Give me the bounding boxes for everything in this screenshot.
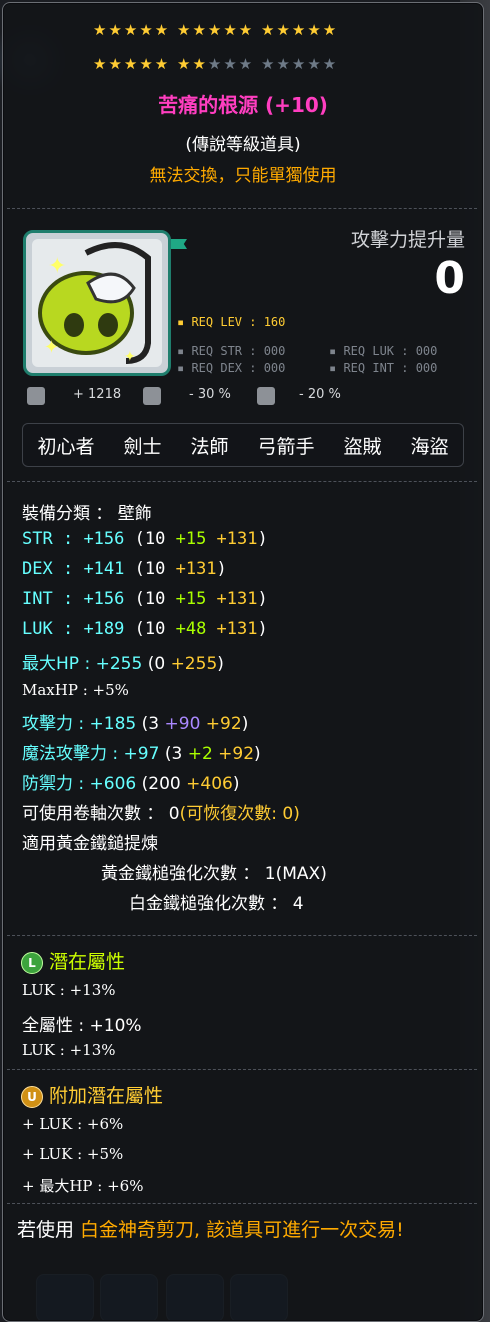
reduction-value-2: - 20 %: [299, 387, 341, 402]
attack-gain-value: 0: [434, 253, 465, 304]
stat-int: INT : +156 (10 +15 +131): [22, 589, 268, 609]
job-magician: 法師: [190, 435, 229, 458]
additional-line-2: + LUK : +5%: [22, 1145, 124, 1163]
additional-line-3: + 最大HP : +6%: [22, 1177, 144, 1195]
additional-line-1: + LUK : +6%: [22, 1115, 124, 1133]
legendary-badge-icon: L: [21, 951, 43, 974]
equip-category: 裝備分類 ： 壁飾: [22, 504, 152, 524]
svg-text:✦: ✦: [48, 254, 66, 279]
platinum-hammer-count: 白金鐵槌強化次數 ： 4: [129, 894, 304, 914]
stat-luk: LUK : +189 (10 +48 +131): [22, 619, 268, 639]
req-luk: ▪ REQ LUK : 000: [329, 344, 438, 358]
scissors-note: 若使用 白金神奇剪刀, 該道具可進行一次交易!: [17, 1219, 404, 1241]
item-icon-frame: ✦ ✦ ✦: [23, 230, 171, 376]
combat-power-value: + 1218: [73, 387, 122, 402]
req-level: ▪ REQ LEV : 160: [177, 315, 286, 329]
item-icon: ✦ ✦ ✦: [38, 242, 151, 365]
item-grade: (傳說等級道具): [185, 135, 301, 155]
job-list: 初心者 劍士 法師 弓箭手 盜賊 海盜: [22, 423, 464, 467]
svg-text:✦: ✦: [44, 337, 59, 358]
attack-gain-label: 攻擊力提升量: [350, 229, 465, 251]
divider: [7, 935, 477, 936]
divider: [7, 208, 477, 209]
stat-str: STR : +156 (10 +15 +131): [22, 529, 268, 549]
defense-ignore-icon: [257, 387, 275, 405]
svg-text:✦: ✦: [124, 349, 136, 365]
req-str: ▪ REQ STR : 000: [177, 344, 286, 358]
trade-restriction: 無法交換，只能單獨使用: [149, 166, 337, 186]
boss-reduction-icon: [143, 387, 161, 405]
stat-attack: 攻擊力 : +185 (3 +90 +92): [22, 714, 249, 734]
item-tooltip: ★★★★★ ★★★★★ ★★★★★ ★★★★★ ★★★★★ ★★★★★ 苦痛的根…: [2, 2, 484, 1322]
job-thief: 盜賊: [343, 435, 382, 458]
stat-magic-attack: 魔法攻擊力 : +97 (3 +2 +92): [22, 744, 261, 764]
ribbon-icon: [171, 239, 187, 249]
divider: [7, 481, 477, 482]
combat-power-icon: [27, 387, 45, 405]
additional-potential-header: U 附加潛在屬性: [21, 1081, 163, 1108]
job-bowman: 弓箭手: [257, 435, 315, 458]
star-force-row-1: ★★★★★ ★★★★★ ★★★★★: [93, 21, 339, 39]
job-pirate: 海盜: [410, 435, 449, 458]
divider: [7, 1203, 477, 1204]
potential-line-2: 全屬性 : +10%: [22, 1016, 142, 1036]
unique-badge-icon: U: [21, 1085, 43, 1108]
stat-maxhp: 最大HP : +255 (0 +255): [22, 654, 224, 674]
gold-hammer-count: 黃金鐵槌強化次數 ： 1(MAX): [101, 864, 327, 884]
stat-defense: 防禦力 : +606 (200 +406): [22, 774, 240, 794]
star-force-row-2: ★★★★★ ★★★★★ ★★★★★: [93, 55, 339, 73]
potential-line-1: LUK : +13%: [22, 981, 116, 999]
req-dex: ▪ REQ DEX : 000: [177, 361, 286, 375]
item-name: 苦痛的根源 (+10): [158, 93, 328, 117]
req-int: ▪ REQ INT : 000: [329, 361, 438, 375]
scroll-upgrades: 可使用卷軸次數 ： 0(可恢復次數: 0): [22, 804, 300, 824]
stat-dex: DEX : +141 (10 +131): [22, 559, 227, 579]
job-beginner: 初心者: [37, 435, 95, 458]
reduction-value-1: - 30 %: [189, 387, 231, 402]
potential-header: L 潛在屬性: [21, 947, 125, 974]
hammer-applicable: 適用黃金鐵鎚提煉: [22, 834, 158, 854]
potential-line-3: LUK : +13%: [22, 1041, 116, 1059]
stat-maxhp-percent: MaxHP : +5%: [22, 681, 129, 699]
divider: [7, 1069, 477, 1070]
job-warrior: 劍士: [123, 435, 162, 458]
